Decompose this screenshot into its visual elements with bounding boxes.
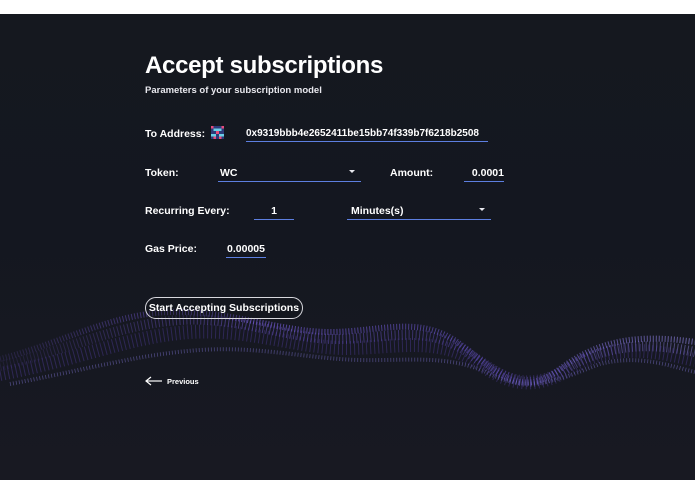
chevron-down-icon <box>479 208 485 211</box>
amount-input[interactable]: 0.0001 <box>464 167 504 182</box>
start-button-label: Start Accepting Subscriptions <box>148 302 300 314</box>
recurring-interval-input[interactable]: 1 <box>254 205 294 220</box>
token-label: Token: <box>145 167 179 179</box>
period-select[interactable]: Minutes(s) <box>347 205 491 220</box>
arrow-left-icon <box>145 376 162 386</box>
page-subtitle: Parameters of your subscription model <box>145 85 322 96</box>
gas-price-label: Gas Price: <box>145 243 197 255</box>
identicon-avatar <box>211 126 224 139</box>
to-address-input[interactable]: 0x9319bbb4e2652411be15bb74f339b7f6218b25… <box>246 128 488 142</box>
to-address-label: To Address: <box>145 128 206 140</box>
previous-link[interactable]: Previous <box>145 375 199 387</box>
token-select-value: WC <box>220 167 238 179</box>
token-select[interactable]: WC <box>218 167 361 182</box>
particle-wave-decoration <box>0 308 695 390</box>
app-background: Accept subscriptions Parameters of your … <box>0 14 695 480</box>
period-select-value: Minutes(s) <box>351 205 404 217</box>
start-accepting-subscriptions-button[interactable]: Start Accepting Subscriptions <box>145 297 303 319</box>
chevron-down-icon <box>349 170 355 173</box>
previous-label: Previous <box>167 376 199 386</box>
recurring-every-label: Recurring Every: <box>145 205 230 217</box>
amount-label: Amount: <box>390 167 434 179</box>
gas-price-input[interactable]: 0.00005 <box>226 243 266 258</box>
page-title: Accept subscriptions <box>145 52 384 79</box>
